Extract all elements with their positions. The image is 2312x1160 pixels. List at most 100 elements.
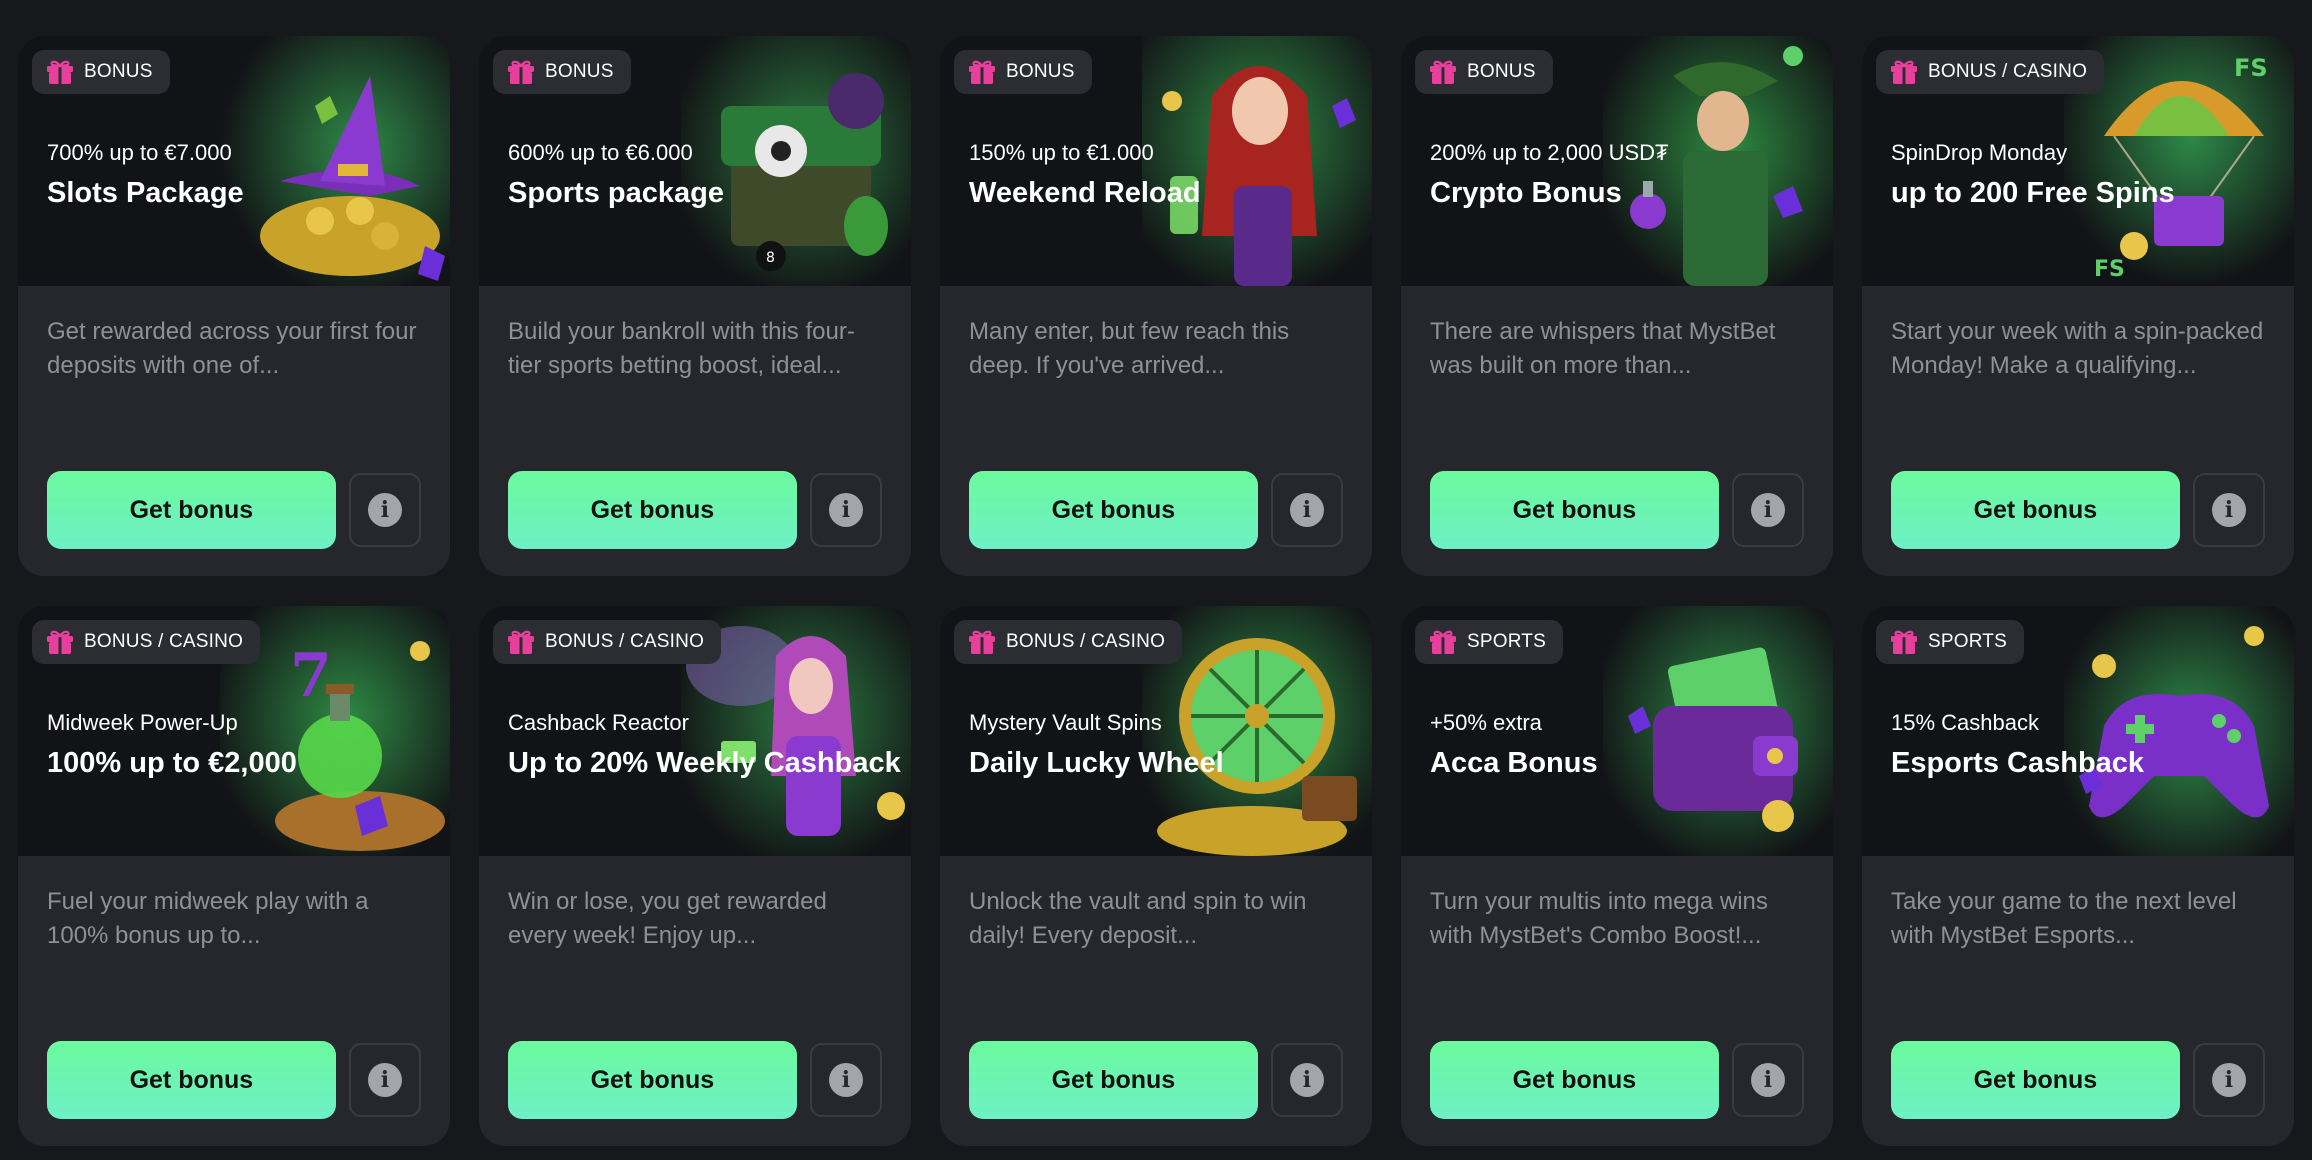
gift-icon (47, 60, 73, 84)
svg-text:8: 8 (766, 250, 775, 266)
card-actions: Get bonus i (969, 1041, 1343, 1119)
bonus-subtitle: +50% extra (1430, 710, 1542, 735)
info-button[interactable]: i (809, 473, 882, 547)
purple-wallet-cash-art (1603, 606, 1833, 856)
gift-icon (1430, 60, 1456, 84)
card-actions: Get bonus i (508, 1041, 882, 1119)
bonus-title: 100% up to €2,000 (47, 747, 297, 779)
red-haired-woman-green-drink-art (1142, 36, 1372, 286)
bonus-subtitle: 600% up to €6.000 (508, 140, 693, 165)
card-actions: Get bonus i (47, 471, 421, 549)
info-button[interactable]: i (348, 1043, 421, 1117)
get-bonus-button[interactable]: Get bonus (969, 471, 1258, 549)
category-badge: BONUS / CASINO (1876, 50, 2105, 94)
card-actions: Get bonus i (508, 471, 882, 549)
bonus-description: Win or lose, you get rewarded every week… (508, 888, 827, 949)
bonus-card: 7 BONUS / CASINO Midweek Power-Up 100% u… (18, 606, 450, 1146)
get-bonus-button[interactable]: Get bonus (508, 1041, 797, 1119)
bonus-subtitle: Mystery Vault Spins (969, 710, 1162, 735)
badge-label: BONUS (1467, 61, 1536, 82)
info-button[interactable]: i (1731, 1043, 1804, 1117)
gift-icon (1891, 630, 1917, 654)
info-button[interactable]: i (348, 473, 421, 547)
info-button[interactable]: i (1270, 473, 1343, 547)
badge-label: BONUS (84, 61, 153, 82)
bonus-title: Crypto Bonus (1430, 177, 1622, 209)
badge-label: BONUS / CASINO (545, 631, 705, 652)
svg-text:FS: FS (2234, 54, 2268, 82)
bonus-card: SPORTS 15% Cashback Esports Cashback Tak… (1862, 606, 2294, 1146)
category-badge: BONUS (32, 50, 170, 94)
info-icon: i (1289, 493, 1324, 527)
card-banner: FS FS BONUS / CASINO SpinDrop Monday up t… (1862, 36, 2294, 286)
bonus-subtitle: SpinDrop Monday (1891, 140, 2068, 165)
get-bonus-button[interactable]: Get bonus (47, 1041, 336, 1119)
bonus-subtitle: 15% Cashback (1891, 710, 2039, 735)
card-banner: BONUS / CASINO Cashback Reactor Up to 20… (479, 606, 911, 856)
badge-label: BONUS / CASINO (1006, 631, 1166, 652)
bonus-description: Many enter, but few reach this deep. If … (969, 318, 1290, 379)
card-banner: BONUS 700% up to €7.000 Slots Package (18, 36, 450, 286)
get-bonus-button[interactable]: Get bonus (969, 1041, 1258, 1119)
get-bonus-button[interactable]: Get bonus (1891, 1041, 2180, 1119)
get-bonus-button[interactable]: Get bonus (1430, 471, 1719, 549)
bonus-title: Esports Cashback (1891, 747, 2145, 779)
badge-label: SPORTS (1928, 631, 2007, 652)
card-banner: SPORTS 15% Cashback Esports Cashback (1862, 606, 2294, 856)
bonus-description: Fuel your midweek play with a 100% bonus… (47, 888, 369, 949)
card-actions: Get bonus i (1891, 1041, 2265, 1119)
bonus-title: Slots Package (47, 177, 244, 209)
bonus-title: Weekend Reload (969, 177, 1201, 209)
bonus-subtitle: 200% up to 2,000 USD₮ (1430, 140, 1669, 165)
info-button[interactable]: i (2192, 1043, 2265, 1117)
bonus-title: Acca Bonus (1430, 747, 1598, 779)
bonus-card: FS FS BONUS / CASINO SpinDrop Monday up t… (1862, 36, 2294, 576)
info-icon: i (1750, 1063, 1785, 1097)
info-icon: i (828, 1063, 863, 1097)
bonus-subtitle: 700% up to €7.000 (47, 140, 232, 165)
category-badge: BONUS / CASINO (493, 620, 722, 664)
category-badge: BONUS (954, 50, 1092, 94)
bonus-description: Unlock the vault and spin to win daily! … (969, 888, 1307, 949)
bonus-description: Start your week with a spin-packed Monda… (1891, 318, 2264, 379)
info-icon: i (828, 493, 863, 527)
get-bonus-button[interactable]: Get bonus (1891, 471, 2180, 549)
gift-icon (1891, 60, 1917, 84)
badge-label: BONUS (1006, 61, 1075, 82)
gift-icon (508, 630, 534, 654)
card-actions: Get bonus i (969, 471, 1343, 549)
info-icon: i (2211, 493, 2246, 527)
get-bonus-button[interactable]: Get bonus (1430, 1041, 1719, 1119)
get-bonus-button[interactable]: Get bonus (508, 471, 797, 549)
category-badge: BONUS / CASINO (32, 620, 261, 664)
info-icon: i (1289, 1063, 1324, 1097)
info-button[interactable]: i (809, 1043, 882, 1117)
category-badge: BONUS (1415, 50, 1553, 94)
card-banner: BONUS 200% up to 2,000 USD₮ Crypto Bonus (1401, 36, 1833, 286)
gift-icon (47, 630, 73, 654)
bonus-subtitle: Cashback Reactor (508, 710, 689, 735)
card-banner: BONUS 150% up to €1.000 Weekend Reload (940, 36, 1372, 286)
gift-icon (969, 630, 995, 654)
svg-text:FS: FS (2094, 257, 2125, 282)
gift-icon (969, 60, 995, 84)
badge-label: BONUS (545, 61, 614, 82)
card-banner: 7 BONUS / CASINO Midweek Power-Up 100% u… (18, 606, 450, 856)
category-badge: SPORTS (1876, 620, 2024, 664)
info-icon: i (367, 493, 402, 527)
info-icon: i (2211, 1063, 2246, 1097)
bonus-card: BONUS 200% up to 2,000 USD₮ Crypto Bonus… (1401, 36, 1833, 576)
info-button[interactable]: i (1270, 1043, 1343, 1117)
gift-icon (1430, 630, 1456, 654)
info-icon: i (367, 1063, 402, 1097)
get-bonus-button[interactable]: Get bonus (47, 471, 336, 549)
bonus-description: Turn your multis into mega wins with Mys… (1430, 888, 1768, 949)
bonus-title: up to 200 Free Spins (1891, 177, 2175, 209)
bonus-title: Daily Lucky Wheel (969, 747, 1224, 779)
bonus-card: BONUS 700% up to €7.000 Slots Package Ge… (18, 36, 450, 576)
info-button[interactable]: i (1731, 473, 1804, 547)
card-banner: BONUS / CASINO Mystery Vault Spins Daily… (940, 606, 1372, 856)
treasure-chest-sports-balls-art: 8 (681, 36, 911, 286)
bonus-description: There are whispers that MystBet was buil… (1430, 318, 1776, 379)
info-button[interactable]: i (2192, 473, 2265, 547)
